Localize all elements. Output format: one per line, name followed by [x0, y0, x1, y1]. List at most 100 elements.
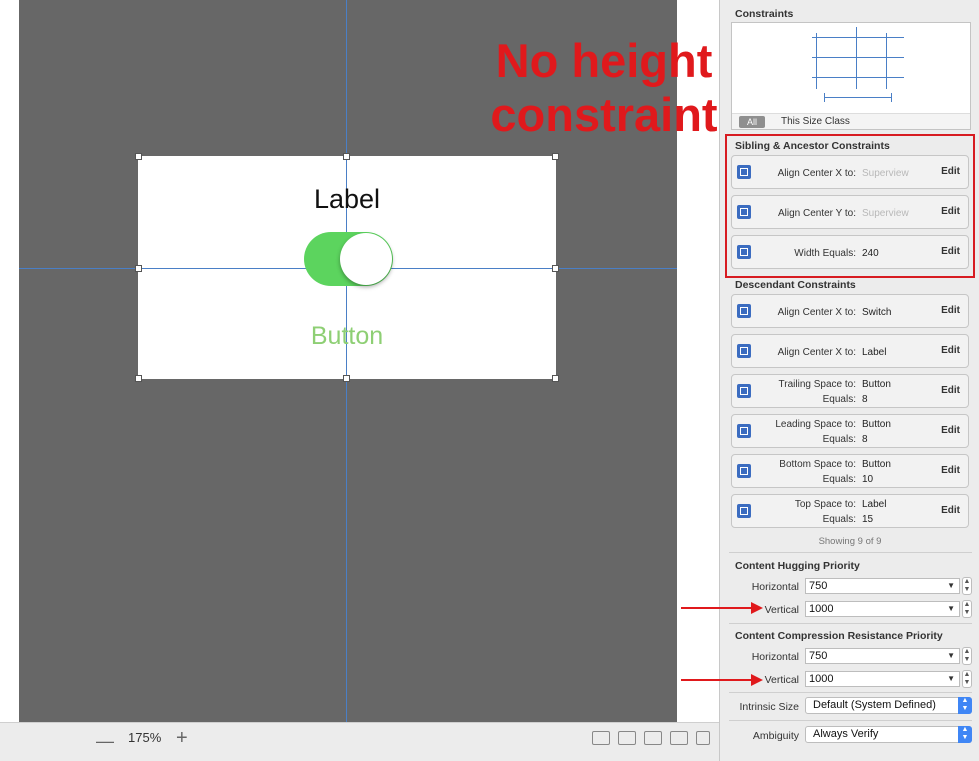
field-value: 1000	[809, 673, 834, 685]
selected-view[interactable]: Label Button	[135, 153, 559, 382]
constraint-value: Button	[862, 419, 891, 430]
select-value: Always Verify	[813, 728, 879, 740]
resize-handle-bottom-right[interactable]	[552, 375, 559, 382]
constraint-label: Equals:	[822, 514, 856, 525]
edit-button[interactable]: Edit	[941, 465, 960, 476]
ambiguity-select[interactable]: Always Verify ▲ ▼	[805, 726, 972, 743]
annotation-text: No height constraint	[484, 34, 724, 142]
compression-horizontal-stepper[interactable]: ▲ ▼	[962, 647, 972, 665]
resize-handle-left[interactable]	[135, 265, 142, 272]
intrinsic-size-select[interactable]: Default (System Defined) ▲ ▼	[805, 697, 972, 714]
constraint-value: 8	[862, 434, 868, 445]
chevron-down-icon[interactable]: ▼	[947, 579, 955, 593]
size-inspector: Constraints All This Size Class Sibling …	[719, 0, 979, 761]
resize-handle-bottom-left[interactable]	[135, 375, 142, 382]
constraint-value: 8	[862, 394, 868, 405]
hugging-horizontal-stepper[interactable]: ▲ ▼	[962, 577, 972, 595]
edit-button[interactable]: Edit	[941, 425, 960, 436]
resolve-issues-icon[interactable]	[670, 731, 688, 745]
constraint-label: Leading Space to:	[775, 419, 856, 430]
resize-handle-top[interactable]	[343, 153, 350, 160]
chevron-down-icon[interactable]: ▼	[947, 602, 955, 616]
constraint-row[interactable]: Align Center X to: Label Edit	[731, 334, 969, 368]
intrinsic-size-label: Intrinsic Size	[739, 701, 799, 713]
preview-width-tick	[824, 93, 825, 102]
label-element[interactable]: Label	[138, 184, 556, 215]
field-value: 750	[809, 580, 828, 592]
chevron-down-icon[interactable]: ▼	[947, 672, 955, 686]
constraint-label: Align Center X to:	[777, 307, 856, 318]
hugging-horizontal-field[interactable]: 750 ▼	[805, 578, 960, 594]
top-space-icon	[737, 504, 751, 518]
preview-line	[812, 37, 904, 38]
compression-horizontal-label: Horizontal	[751, 651, 799, 663]
constraint-label: Equals:	[822, 394, 856, 405]
compression-horizontal-field[interactable]: 750 ▼	[805, 648, 960, 664]
preview-line	[812, 77, 904, 78]
tab-all[interactable]: All	[739, 116, 765, 128]
edit-button[interactable]: Edit	[941, 385, 960, 396]
embed-in-stack-icon[interactable]	[592, 731, 610, 745]
descendant-constraints-title: Descendant Constraints	[735, 279, 856, 291]
popup-arrows-icon[interactable]: ▲ ▼	[958, 697, 972, 714]
arrow-head-icon	[751, 602, 763, 614]
divider	[729, 552, 972, 553]
edit-button[interactable]: Edit	[941, 505, 960, 516]
align-icon[interactable]	[618, 731, 636, 745]
edit-button[interactable]: Edit	[941, 305, 960, 316]
minus-icon[interactable]: —	[96, 731, 114, 752]
preview-line	[812, 57, 904, 58]
constraint-value: 15	[862, 514, 874, 525]
resize-handle-right[interactable]	[552, 265, 559, 272]
constraint-row[interactable]: Trailing Space to: Button Equals: 8 Edit	[731, 374, 969, 408]
chevron-down-icon[interactable]: ▼	[947, 649, 955, 663]
pin-icon[interactable]	[644, 731, 662, 745]
plus-icon[interactable]: +	[176, 727, 188, 750]
select-value: Default (System Defined)	[813, 699, 936, 711]
switch-knob	[340, 233, 392, 285]
preview-line	[886, 33, 887, 89]
compression-vertical-field[interactable]: 1000 ▼	[805, 671, 960, 687]
arrow-head-icon	[751, 674, 763, 686]
constraint-value: Button	[862, 459, 891, 470]
showing-count: Showing 9 of 9	[818, 536, 882, 547]
canvas-bottom-bar: — 175% +	[0, 722, 719, 761]
annotation-arrow	[681, 602, 763, 614]
popup-arrows-icon[interactable]: ▲ ▼	[958, 726, 972, 743]
constraint-value: Button	[862, 379, 891, 390]
resize-handle-top-right[interactable]	[552, 153, 559, 160]
resizing-behavior-icon[interactable]	[696, 731, 710, 745]
edit-button[interactable]: Edit	[941, 345, 960, 356]
bottom-space-icon	[737, 464, 751, 478]
hugging-priority-title: Content Hugging Priority	[735, 560, 860, 572]
constraint-label: Top Space to:	[794, 499, 856, 510]
trailing-space-icon	[737, 384, 751, 398]
constraint-row[interactable]: Top Space to: Label Equals: 15 Edit	[731, 494, 969, 528]
constraint-row[interactable]: Align Center X to: Switch Edit	[731, 294, 969, 328]
zoom-level: 175%	[128, 730, 162, 745]
divider	[729, 720, 972, 721]
tab-this-size-class[interactable]: This Size Class	[781, 116, 850, 127]
constraints-title: Constraints	[735, 8, 794, 20]
constraint-value: Switch	[862, 307, 892, 318]
preview-width-tick	[891, 93, 892, 102]
preview-width-line	[824, 97, 892, 98]
constraint-row[interactable]: Leading Space to: Button Equals: 8 Edit	[731, 414, 969, 448]
hugging-vertical-stepper[interactable]: ▲ ▼	[962, 600, 972, 618]
preview-line	[816, 33, 817, 89]
resize-handle-bottom[interactable]	[343, 375, 350, 382]
annotation-line: No height	[495, 34, 713, 87]
constraint-value: Label	[862, 499, 887, 510]
constraint-label: Equals:	[822, 474, 856, 485]
constraint-value: Label	[862, 347, 887, 358]
compression-vertical-stepper[interactable]: ▲ ▼	[962, 670, 972, 688]
constraint-label: Trailing Space to:	[778, 379, 856, 390]
field-value: 1000	[809, 603, 834, 615]
button-element[interactable]: Button	[138, 322, 556, 351]
hugging-horizontal-label: Horizontal	[751, 581, 799, 593]
constraint-label: Align Center X to:	[777, 347, 856, 358]
toggle-switch[interactable]	[304, 232, 393, 286]
resize-handle-top-left[interactable]	[135, 153, 142, 160]
hugging-vertical-field[interactable]: 1000 ▼	[805, 601, 960, 617]
constraint-row[interactable]: Bottom Space to: Button Equals: 10 Edit	[731, 454, 969, 488]
